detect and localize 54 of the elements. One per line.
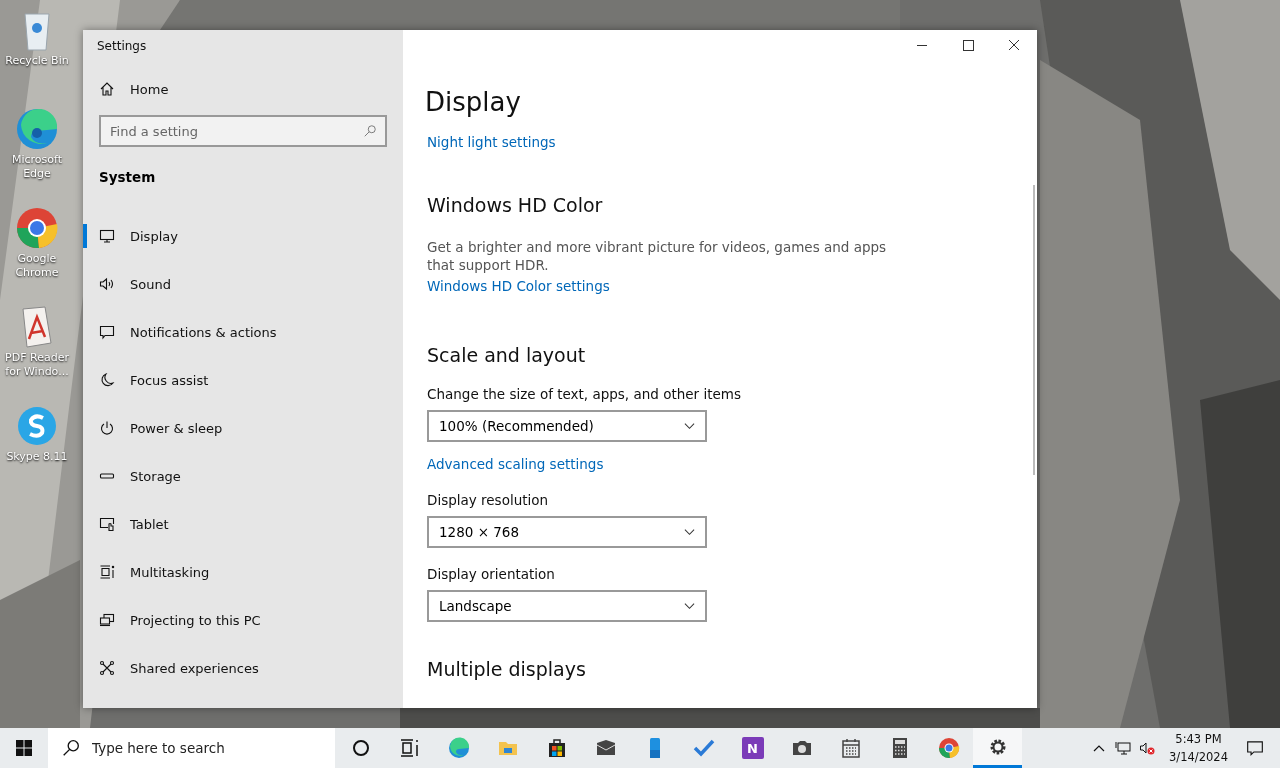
network-icon[interactable] — [1115, 740, 1132, 756]
field-label: Display resolution — [427, 492, 549, 508]
field-label: Change the size of text, apps, and other items — [427, 386, 741, 402]
moon-icon — [99, 372, 115, 388]
speaker-muted-icon[interactable] — [1139, 740, 1156, 756]
scale-dropdown[interactable]: 100% (Recommended) — [427, 410, 707, 442]
section-heading: System — [99, 169, 156, 185]
section-heading: Multiple displays — [427, 658, 586, 680]
multitasking-icon — [99, 564, 115, 580]
home-link[interactable]: Home — [83, 69, 403, 109]
description-text: Get a brighter and more vibrant picture for videos, games and apps that support HDR. — [427, 238, 888, 274]
chevron-down-icon — [684, 422, 695, 430]
chrome-icon — [936, 736, 961, 760]
field-label: Display orientation — [427, 566, 555, 582]
taskbar-app-button[interactable] — [973, 728, 1022, 768]
sidebar-item[interactable]: Power & sleep — [83, 404, 403, 452]
resolution-dropdown[interactable]: 1280 × 768 — [427, 516, 707, 548]
sidebar-item[interactable]: Notifications & actions — [83, 308, 403, 356]
sidebar-item[interactable]: Focus assist — [83, 356, 403, 404]
hd-color-link[interactable]: Windows HD Color settings — [427, 278, 610, 294]
onenote-label: N — [741, 737, 764, 759]
sidebar-item[interactable]: Sound — [83, 260, 403, 308]
orientation-dropdown[interactable]: Landscape — [427, 590, 707, 622]
tablet-icon — [99, 516, 115, 532]
share-nodes-icon — [99, 660, 115, 676]
notifications-icon[interactable] — [1246, 739, 1264, 757]
night-light-link[interactable]: Night light settings — [427, 134, 556, 150]
sidebar-item[interactable]: Storage — [83, 452, 403, 500]
monitor-icon — [99, 228, 115, 244]
sidebar-item[interactable]: Tablet — [83, 500, 403, 548]
clock[interactable]: 5:43 PM 3/14/2024 — [1169, 730, 1228, 766]
speech-bubble-icon — [99, 324, 115, 340]
sidebar-item[interactable]: Display — [83, 212, 403, 260]
power-icon — [99, 420, 115, 436]
sidebar-item[interactable]: Multitasking — [83, 548, 403, 596]
search-field[interactable]: Find a setting — [99, 115, 387, 147]
sidebar-item[interactable]: Projecting to this PC — [83, 596, 403, 644]
scrollbar[interactable] — [1033, 185, 1035, 475]
page-title: Display — [425, 86, 521, 118]
edge-icon — [446, 736, 471, 760]
onenote-taskbar-button[interactable]: N — [728, 728, 777, 768]
window-title: Settings — [97, 39, 147, 53]
home-icon — [99, 81, 115, 97]
search-icon — [363, 124, 377, 138]
section-heading: Windows HD Color — [427, 194, 603, 216]
projector-screens-icon — [99, 612, 115, 628]
chevron-down-icon — [684, 602, 695, 610]
section-heading: Scale and layout — [427, 344, 586, 366]
taskbar-search-field[interactable]: Type here to search — [48, 728, 335, 768]
sidebar-item[interactable]: Shared experiences — [83, 644, 403, 692]
search-icon — [62, 739, 80, 757]
advanced-scaling-link[interactable]: Advanced scaling settings — [427, 456, 604, 472]
speaker-icon — [99, 276, 115, 292]
chevron-down-icon — [684, 528, 695, 536]
